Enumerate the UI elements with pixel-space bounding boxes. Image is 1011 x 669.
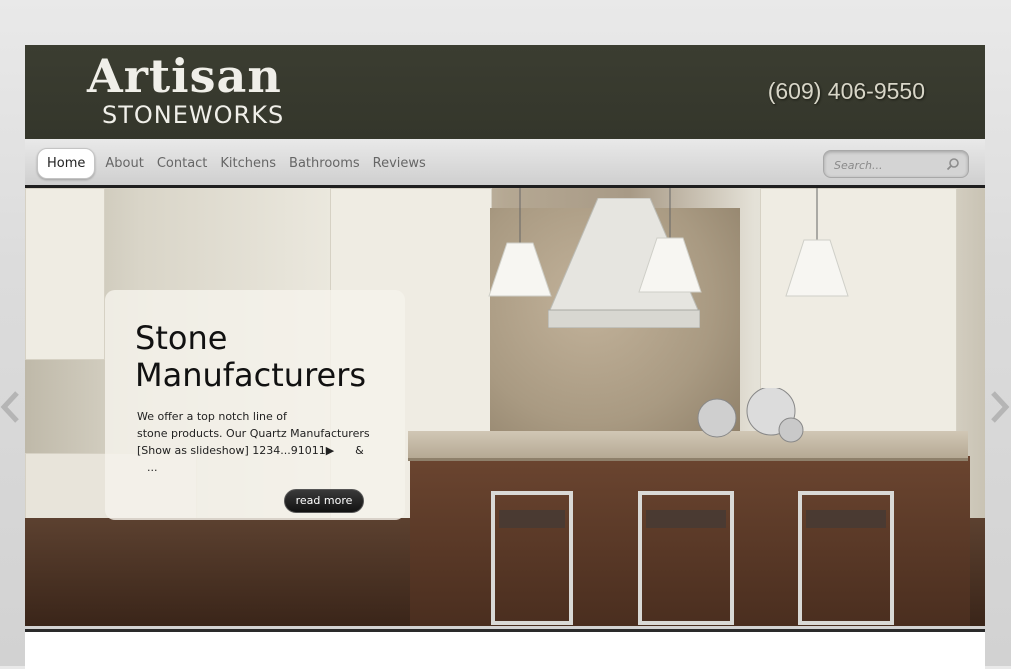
slide-text-line-2: stone products. Our Quartz Manufacturers bbox=[137, 427, 370, 440]
logo-wordmark[interactable]: Artisan bbox=[87, 49, 282, 103]
nav-item-reviews[interactable]: Reviews bbox=[373, 156, 426, 171]
search-box bbox=[823, 150, 969, 178]
main-navigation: Home About Contact Kitchens Bathrooms Re… bbox=[25, 139, 985, 188]
left-cabinets bbox=[25, 188, 105, 360]
site-container: Artisan STONEWORKS (609) 406-9550 Home A… bbox=[25, 45, 985, 669]
slider-next-arrow[interactable] bbox=[990, 390, 1010, 424]
nav-item-home[interactable]: Home bbox=[37, 148, 96, 179]
site-header: Artisan STONEWORKS (609) 406-9550 bbox=[25, 45, 985, 139]
slide-title: Stone Manufacturers bbox=[135, 320, 366, 394]
slide-title-line-2: Manufacturers bbox=[135, 356, 367, 394]
search-input[interactable] bbox=[832, 155, 942, 175]
chevron-right-icon bbox=[991, 391, 1010, 423]
phone-number: (609) 406-9550 bbox=[767, 78, 925, 104]
island-countertop bbox=[408, 431, 968, 461]
slider-prev-arrow[interactable] bbox=[0, 390, 20, 424]
slide-text-line-3: [Show as slideshow] 1234...91011▶ & bbox=[137, 444, 364, 457]
decorative-spheres bbox=[697, 388, 804, 443]
search-icon[interactable] bbox=[946, 157, 960, 171]
slide-caption: Stone Manufacturers We offer a top notch… bbox=[105, 290, 405, 520]
nav-item-about[interactable]: About bbox=[105, 156, 143, 171]
bar-stools bbox=[491, 491, 894, 625]
nav-item-kitchens[interactable]: Kitchens bbox=[220, 156, 276, 171]
slide-text-line-4: ... bbox=[147, 461, 158, 474]
nav-item-bathrooms[interactable]: Bathrooms bbox=[289, 156, 360, 171]
slide-description: We offer a top notch line of stone produ… bbox=[137, 408, 377, 476]
pendant-lights bbox=[488, 188, 849, 297]
hero-slider: Stone Manufacturers We offer a top notch… bbox=[25, 188, 985, 626]
slide-title-line-1: Stone bbox=[135, 319, 228, 357]
slide-text-line-1: We offer a top notch line of bbox=[137, 410, 287, 423]
read-more-button[interactable]: read more bbox=[284, 489, 364, 513]
content-area bbox=[25, 629, 985, 669]
chevron-left-icon bbox=[0, 391, 19, 423]
logo-subtitle[interactable]: STONEWORKS bbox=[102, 101, 284, 129]
nav-item-contact[interactable]: Contact bbox=[157, 156, 208, 171]
